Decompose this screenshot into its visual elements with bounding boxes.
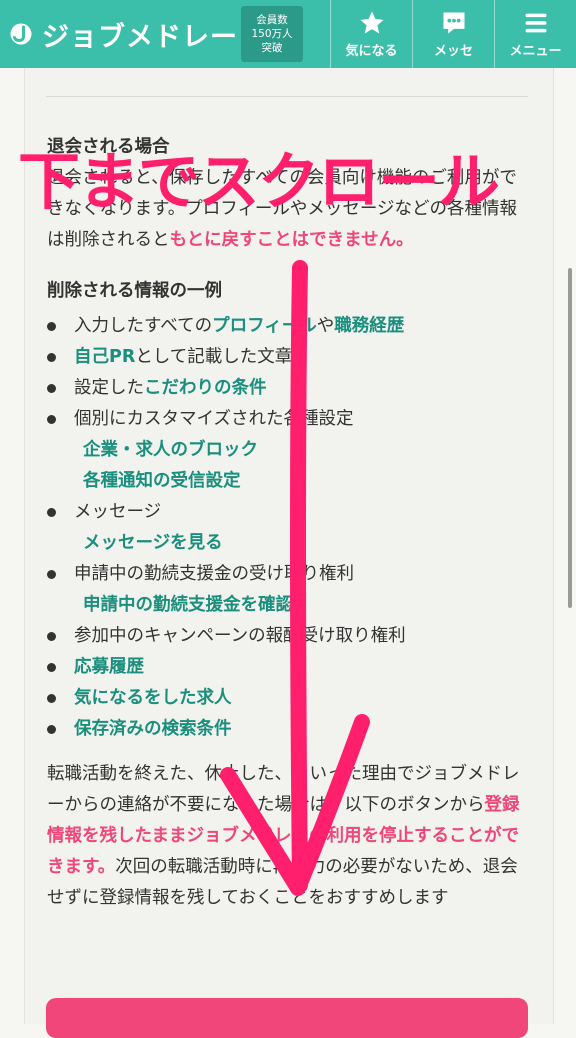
list-item: 気になるをした求人	[47, 683, 532, 714]
divider	[46, 96, 528, 97]
stop-usage-button[interactable]	[46, 998, 528, 1038]
logo-text: ジョブメドレー	[42, 21, 238, 53]
favorite-jobs-link[interactable]: 気になるをした求人	[74, 688, 232, 708]
list-subitem: 企業・求人のブロック	[47, 435, 532, 466]
item-text: 申請中の勤続支援金の受け取り権利	[74, 564, 354, 584]
list-item: 設定したこだわりの条件	[47, 373, 532, 404]
support-money-link[interactable]: 申請中の勤続支援金を確認	[83, 595, 293, 615]
item-text: や	[316, 316, 335, 336]
badge-line: 150万人	[251, 28, 293, 40]
intro-end: 。	[396, 230, 414, 250]
list-item: 保存済みの検索条件	[47, 714, 532, 745]
notification-settings-link[interactable]: 各種通知の受信設定	[83, 471, 241, 491]
site-header: ジョブメドレー 会員数 150万人 突破 気になる メッセ メニュー	[0, 0, 576, 68]
preferences-link[interactable]: こだわりの条件	[144, 378, 267, 398]
list-item: 応募履歴	[47, 652, 532, 683]
member-count-badge: 会員数 150万人 突破	[241, 6, 303, 62]
item-text: 個別にカスタマイズされた各種設定	[74, 409, 354, 429]
scrollbar[interactable]	[568, 268, 572, 608]
item-text: 参加中のキャンペーンの報酬受け取り権利	[74, 626, 406, 646]
nav-menu[interactable]: メニュー	[494, 0, 576, 68]
nav-messages[interactable]: メッセ	[412, 0, 494, 68]
site-logo[interactable]: ジョブメドレー	[0, 0, 238, 68]
withdrawal-section: 退会される場合 退会されると、保存したすべての会員向け機能のご利用ができなくなり…	[47, 132, 532, 914]
menu-icon	[525, 13, 546, 33]
list-title: 削除される情報の一例	[47, 281, 222, 301]
scroll-instruction-annotation: 下までスクロール	[18, 145, 500, 218]
application-history-link[interactable]: 応募履歴	[74, 657, 144, 677]
list-subitem: メッセージを見る	[47, 528, 532, 559]
list-item: 申請中の勤続支援金の受け取り権利	[47, 559, 532, 590]
list-subitem: 申請中の勤続支援金を確認	[47, 590, 532, 621]
nav-label: メッセ	[433, 44, 473, 59]
item-text: 設定した	[74, 378, 144, 398]
self-pr-link[interactable]: 自己PR	[74, 347, 135, 367]
nav-label: 気になる	[345, 44, 398, 59]
intro-emphasis: もとに戻すことはできません	[169, 230, 397, 250]
list-subitem: 各種通知の受信設定	[47, 466, 532, 497]
saved-searches-link[interactable]: 保存済みの検索条件	[74, 719, 232, 739]
badge-line: 会員数	[256, 14, 288, 26]
outro-text: 転職活動を終えた、休止した、といった理由でジョブメドレーからの連絡が不要になった…	[47, 764, 520, 815]
list-item: 参加中のキャンペーンの報酬受け取り権利	[47, 621, 532, 652]
star-icon	[359, 11, 384, 34]
outro-text: 次回の転職活動時に再入力の必要がないため、退会せずに登録情報を残しておくことをお…	[47, 857, 518, 908]
block-settings-link[interactable]: 企業・求人のブロック	[83, 440, 258, 460]
header-nav: 気になる メッセ メニュー	[330, 0, 576, 68]
profile-link[interactable]: プロフィール	[212, 316, 317, 336]
deleted-info-list: 入力したすべてのプロフィールや職務経歴 自己PRとして記載した文章 設定したこだ…	[47, 311, 532, 745]
list-item: メッセージ	[47, 497, 532, 528]
nav-label: メニュー	[509, 44, 562, 59]
list-item: 入力したすべてのプロフィールや職務経歴	[47, 311, 532, 342]
list-item: 自己PRとして記載した文章	[47, 342, 532, 373]
list-item: 個別にカスタマイズされた各種設定	[47, 404, 532, 435]
item-text: メッセージ	[74, 502, 162, 522]
nav-favorites[interactable]: 気になる	[330, 0, 412, 68]
message-icon	[443, 12, 464, 34]
career-link[interactable]: 職務経歴	[334, 316, 404, 336]
badge-line: 突破	[261, 42, 283, 54]
logo-mark-icon	[10, 23, 32, 45]
item-text: 入力したすべての	[74, 316, 213, 336]
view-messages-link[interactable]: メッセージを見る	[83, 533, 223, 553]
item-text: として記載した文章	[135, 347, 293, 367]
outro-paragraph: 転職活動を終えた、休止した、といった理由でジョブメドレーからの連絡が不要になった…	[47, 759, 532, 914]
